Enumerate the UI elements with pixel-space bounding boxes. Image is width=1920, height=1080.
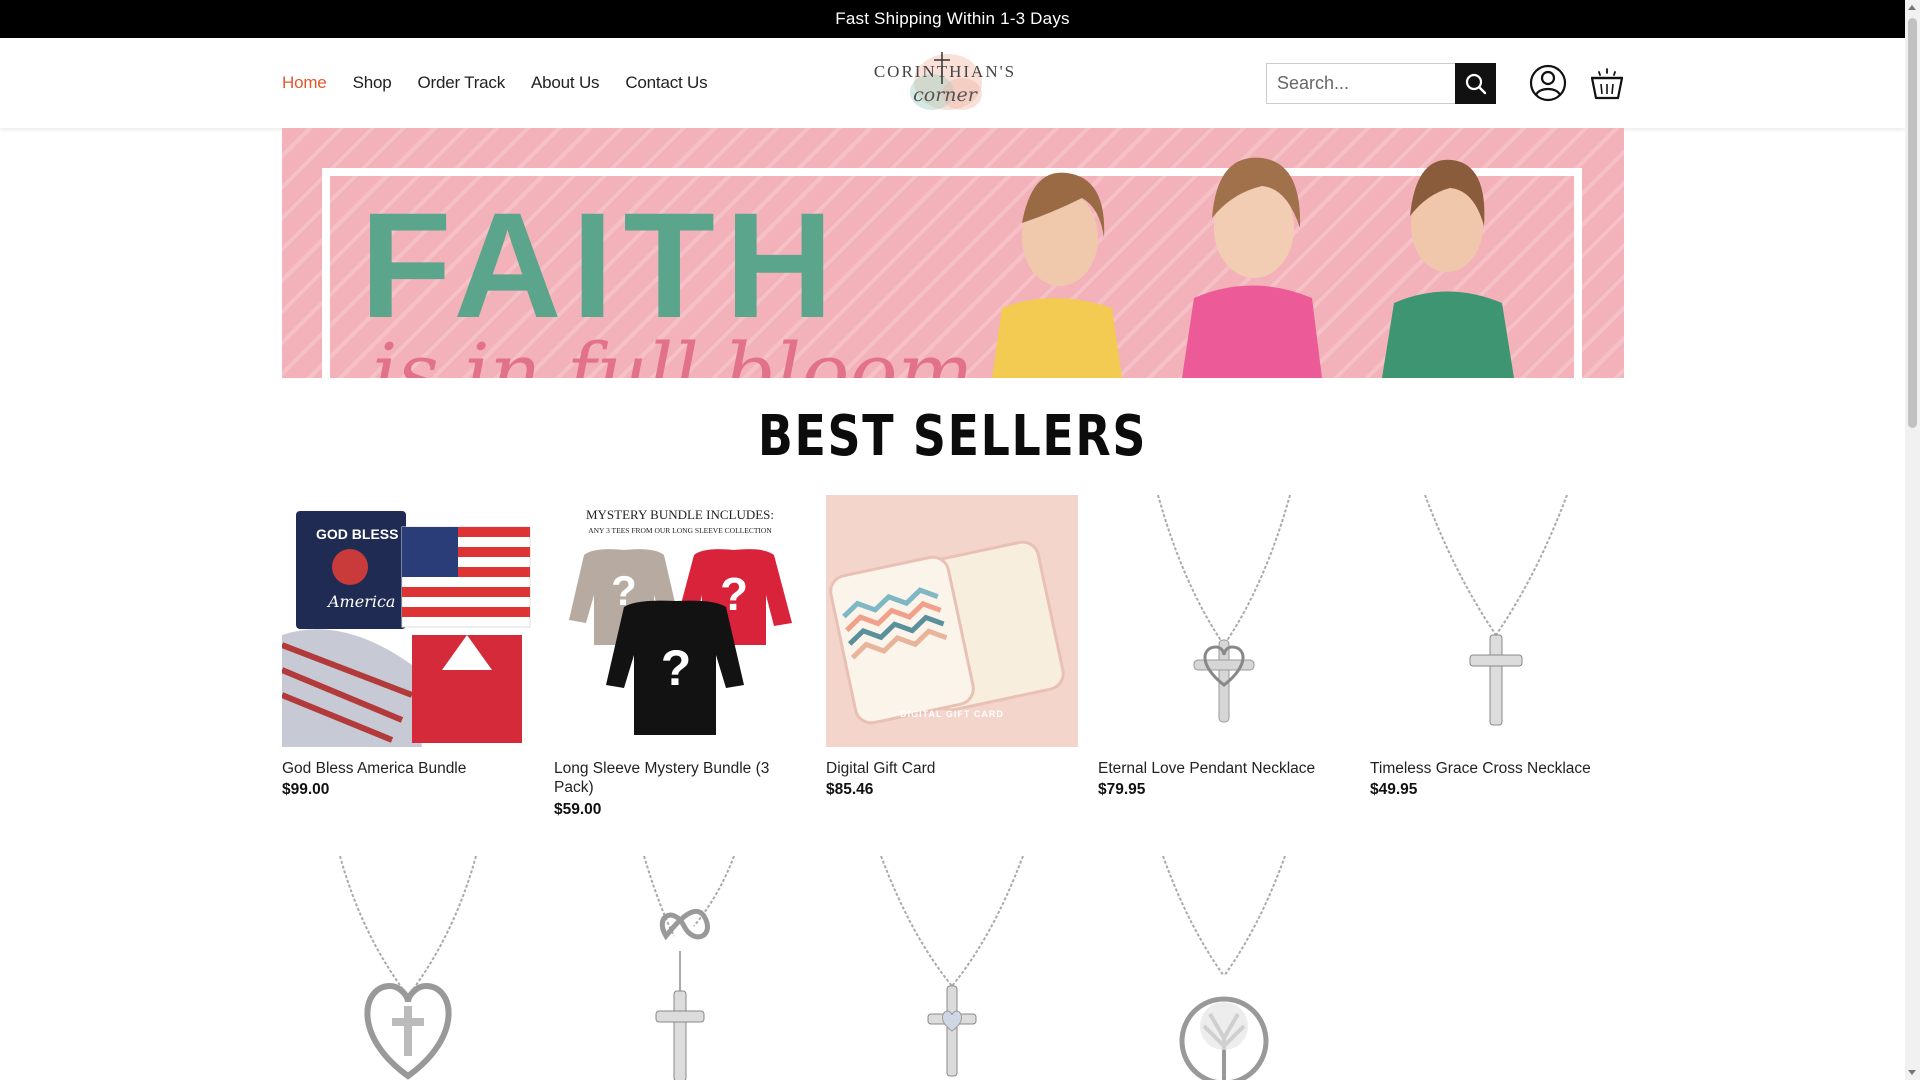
product-price: $85.46	[826, 781, 874, 799]
product-name[interactable]: Timeless Grace Cross Necklace	[1370, 759, 1622, 778]
search-form	[1266, 63, 1496, 104]
product-card[interactable]: DIGITAL GIFT CARD Digital Gift Card $85.…	[826, 495, 1078, 799]
search-icon	[1465, 73, 1486, 94]
nav-home[interactable]: Home	[282, 73, 327, 93]
best-sellers-title: BEST SELLERS	[757, 404, 1148, 469]
announcement-text: Fast Shipping Within 1-3 Days	[835, 9, 1070, 28]
mystery-bundle-image: MYSTERY BUNDLE INCLUDES: ANY 3 TEES FROM…	[554, 495, 806, 747]
site-logo[interactable]: CORINTHIAN'S corner	[870, 44, 1020, 122]
search-input[interactable]	[1266, 63, 1455, 104]
bundle-text-2: America	[326, 592, 395, 611]
product-card[interactable]: MYSTERY BUNDLE INCLUDES: ANY 3 TEES FROM…	[554, 495, 806, 819]
search-button[interactable]	[1455, 63, 1496, 104]
cross-necklace-image	[1370, 495, 1622, 747]
product-card[interactable]	[554, 856, 806, 1080]
logo-watercolor-icon	[910, 52, 982, 110]
infinity-cross-necklace-image	[643, 856, 735, 1080]
logo-script: corner	[913, 84, 977, 106]
scrollbar-thumb[interactable]	[1908, 18, 1917, 428]
cart-icon[interactable]	[1589, 64, 1625, 102]
product-image[interactable]	[282, 856, 534, 1080]
hero-title: FAITH	[360, 181, 844, 349]
product-price: $79.95	[1098, 781, 1146, 799]
product-image[interactable]	[1098, 856, 1350, 1080]
scroll-up-arrow[interactable]	[1908, 5, 1916, 10]
hero-banner[interactable]: FAITH is in full bloom	[282, 128, 1624, 378]
nav-contact-us[interactable]: Contact Us	[625, 73, 707, 93]
product-image[interactable]: GOD BLESS America	[282, 495, 534, 747]
product-name[interactable]: Eternal Love Pendant Necklace	[1098, 759, 1350, 778]
pendant-necklace-image	[1098, 495, 1350, 747]
user-icon[interactable]	[1529, 64, 1567, 102]
product-card[interactable]: Timeless Grace Cross Necklace $49.95	[1370, 495, 1622, 799]
product-image[interactable]	[1098, 495, 1350, 747]
bundle-text-1: GOD BLESS	[316, 526, 398, 542]
nav-shop[interactable]: Shop	[353, 73, 392, 93]
gift-card-image: DIGITAL GIFT CARD	[826, 495, 1078, 747]
product-image[interactable]	[554, 856, 806, 1080]
bundle-image: GOD BLESS America	[282, 495, 534, 747]
svg-text:?: ?	[661, 640, 692, 696]
nav-about-us[interactable]: About Us	[531, 73, 600, 93]
product-card[interactable]: GOD BLESS America God Bless America Bund…	[282, 495, 534, 799]
main-nav: Home Shop Order Track About Us Contact U…	[282, 38, 708, 128]
heart-cross-necklace-image	[339, 856, 477, 1080]
heart-cross-pendant-image	[880, 856, 1024, 1077]
product-image[interactable]	[1370, 495, 1622, 747]
mystery-subheading: ANY 3 TEES FROM OUR LONG SLEEVE COLLECTI…	[588, 526, 772, 535]
tree-of-life-necklace-image	[1162, 856, 1286, 1080]
gift-card-label: DIGITAL GIFT CARD	[900, 709, 1004, 719]
product-image[interactable]	[826, 856, 1078, 1080]
scroll-down-arrow[interactable]	[1908, 1070, 1916, 1075]
product-card[interactable]	[826, 856, 1078, 1080]
product-card[interactable]: Eternal Love Pendant Necklace $79.95	[1098, 495, 1350, 799]
nav-order-track[interactable]: Order Track	[417, 73, 505, 93]
site-header: Home Shop Order Track About Us Contact U…	[0, 38, 1905, 128]
logo-brand: CORINTHIAN'S	[873, 62, 1017, 81]
mystery-heading: MYSTERY BUNDLE INCLUDES:	[586, 507, 774, 522]
product-price: $49.95	[1370, 781, 1418, 799]
product-price: $59.00	[554, 800, 602, 818]
hero-models-image	[992, 157, 1514, 378]
product-image[interactable]: MYSTERY BUNDLE INCLUDES: ANY 3 TEES FROM…	[554, 495, 806, 747]
product-card[interactable]	[1098, 856, 1350, 1080]
product-price: $99.00	[282, 781, 330, 799]
product-name[interactable]: Long Sleeve Mystery Bundle (3 Pack)	[554, 759, 806, 798]
product-image[interactable]: DIGITAL GIFT CARD	[826, 495, 1078, 747]
product-name[interactable]: Digital Gift Card	[826, 759, 1078, 778]
announcement-bar: Fast Shipping Within 1-3 Days	[0, 0, 1905, 38]
page-scrollbar[interactable]	[1905, 0, 1920, 1080]
product-card[interactable]	[282, 856, 534, 1080]
product-name[interactable]: God Bless America Bundle	[282, 759, 534, 778]
